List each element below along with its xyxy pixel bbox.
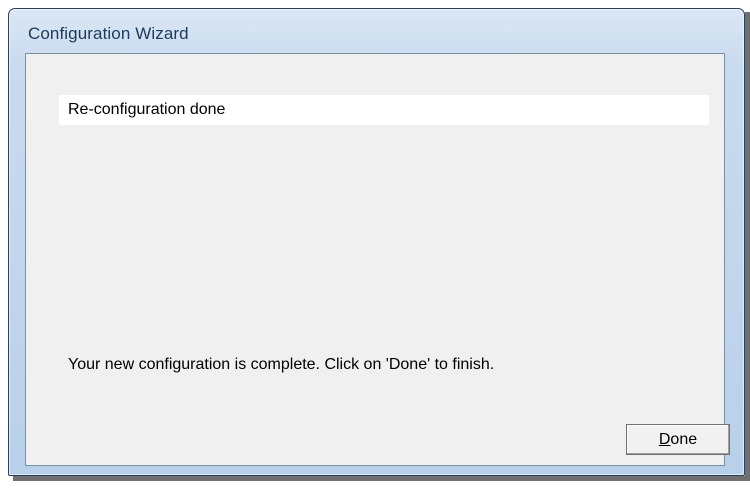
done-button[interactable]: Done bbox=[626, 424, 730, 455]
status-text: Re-configuration done bbox=[68, 101, 226, 118]
window-shadow-right bbox=[745, 12, 750, 479]
completion-message: Your new configuration is complete. Clic… bbox=[68, 356, 495, 373]
window-titlebar[interactable]: Configuration Wizard bbox=[9, 9, 744, 53]
wizard-content-panel: Re-configuration done Your new configura… bbox=[25, 53, 730, 466]
done-button-label: one bbox=[670, 430, 698, 448]
status-field: Re-configuration done bbox=[59, 95, 709, 125]
window-shadow-bottom bbox=[13, 476, 750, 481]
configuration-wizard-window: Configuration Wizard Re-configuration do… bbox=[8, 8, 745, 476]
done-button-mnemonic: D bbox=[658, 430, 671, 448]
window-title: Configuration Wizard bbox=[28, 24, 189, 43]
